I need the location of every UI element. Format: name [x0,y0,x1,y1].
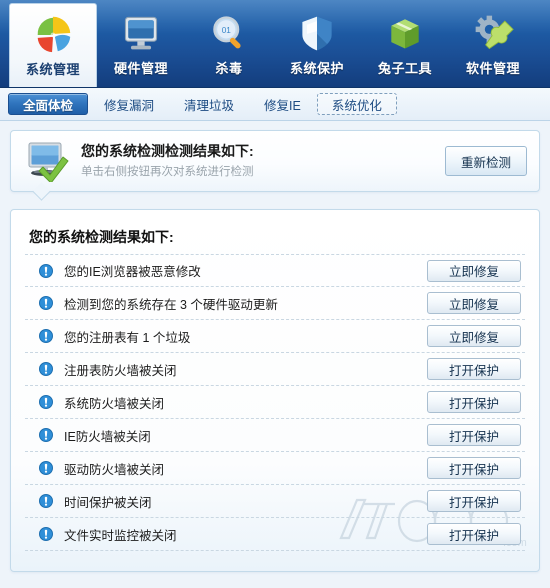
warning-icon [39,395,53,409]
warning-icon [39,461,53,475]
result-row-label: 注册表防火墙被关闭 [64,363,177,378]
results-heading: 您的系统检测结果如下: [29,229,174,245]
result-row-label: 系统防火墙被关闭 [64,396,165,411]
result-row-label: 检测到您的系统存在 3 个硬件驱动更新 [64,297,278,312]
toolbar-item-label: 杀毒 [215,61,243,76]
results-list: 您的IE浏览器被恶意修改 立即修复 检测到您的系统存在 3 个硬件驱动更新 立即修复… [25,254,525,551]
tab-2[interactable]: 修复漏洞 [90,93,168,115]
tab-bar: 全面体检 修复漏洞 清理垃圾 修复IE 系统优化 [0,88,550,121]
toolbar-item-label: 系统管理 [25,62,80,77]
result-row-action-button[interactable]: 打开保护 [427,523,521,545]
toolbar-item-5[interactable]: 兔子工具 [361,3,449,87]
result-row: 驱动防火墙被关闭 打开保护 [25,452,525,485]
green-box-icon [382,10,428,56]
tab-1[interactable]: 全面体检 [8,93,89,115]
result-row: 检测到您的系统存在 3 个硬件驱动更新 立即修复 [25,287,525,320]
result-row-label: 您的IE浏览器被恶意修改 [64,265,201,279]
result-row-action-button[interactable]: 打开保护 [427,424,521,446]
magnifier-icon: 01 [206,10,252,56]
result-row-label: 时间保护被关闭 [64,495,152,510]
main-toolbar: 系统管理 硬件管理 01 杀毒 系统保护 兔子工具 软件管理 [0,0,550,88]
gear-wrench-icon [470,10,516,56]
warning-icon [39,329,53,343]
shield-icon [294,10,340,56]
result-row: 注册表防火墙被关闭 打开保护 [25,353,525,386]
warning-icon [39,494,53,508]
warning-icon [39,362,53,376]
toolbar-item-2[interactable]: 硬件管理 [97,3,185,87]
tab-3[interactable]: 清理垃圾 [170,93,248,115]
tab-5[interactable]: 系统优化 [316,93,397,115]
svg-text:01: 01 [222,26,232,35]
warning-icon [39,263,53,278]
toolbar-item-6[interactable]: 软件管理 [449,3,537,87]
toolbar-item-label: 兔子工具 [377,61,432,76]
scan-summary-text: 您的系统检测检测结果如下: 单击右侧按钮再次对系统进行检测 [81,141,445,181]
warning-icon [39,527,53,541]
results-card: 您的系统检测结果如下: 您的IE浏览器被恶意修改 立即修复 检测到您的系统存在 3… [10,209,540,572]
result-row: 您的IE浏览器被恶意修改 立即修复 [25,254,525,287]
result-row-action-button[interactable]: 打开保护 [427,391,521,413]
result-row-label: 您的注册表有 1 个垃圾 [64,330,191,345]
toolbar-item-label: 软件管理 [465,61,520,76]
pie-chart-icon [30,11,76,57]
result-row-action-button[interactable]: 立即修复 [427,292,521,314]
monitor-check-icon [25,140,71,184]
warning-icon [39,428,53,442]
monitor-icon [118,10,164,56]
result-row: IE防火墙被关闭 打开保护 [25,419,525,452]
result-row: 系统防火墙被关闭 打开保护 [25,386,525,419]
result-row: 您的注册表有 1 个垃圾 立即修复 [25,320,525,353]
result-row-action-button[interactable]: 打开保护 [427,457,521,479]
result-row-action-button[interactable]: 立即修复 [427,259,521,282]
result-row: 时间保护被关闭 打开保护 [25,485,525,518]
content-area: 您的系统检测检测结果如下: 单击右侧按钮再次对系统进行检测 重新检测 您的系统检… [0,121,550,572]
application-window: 系统管理 硬件管理 01 杀毒 系统保护 兔子工具 软件管理 全面体检 修复漏洞… [0,0,550,588]
tab-4[interactable]: 修复IE [250,93,315,115]
scan-summary-card: 您的系统检测检测结果如下: 单击右侧按钮再次对系统进行检测 重新检测 [10,130,540,192]
toolbar-item-3[interactable]: 01 杀毒 [185,3,273,87]
result-row-action-button[interactable]: 立即修复 [427,325,521,347]
toolbar-item-1[interactable]: 系统管理 [9,3,97,87]
result-row-label: IE防火墙被关闭 [64,429,151,444]
result-row-label: 驱动防火墙被关闭 [64,462,165,477]
result-row: 文件实时监控被关闭 打开保护 [25,518,525,551]
toolbar-item-label: 系统保护 [289,61,344,76]
rescan-button[interactable]: 重新检测 [445,146,527,176]
scan-summary-title: 您的系统检测检测结果如下: [81,143,254,159]
toolbar-item-4[interactable]: 系统保护 [273,3,361,87]
warning-icon [39,296,53,310]
toolbar-item-label: 硬件管理 [113,61,168,76]
scan-summary-subtitle: 单击右侧按钮再次对系统进行检测 [81,166,254,178]
result-row-action-button[interactable]: 打开保护 [427,490,521,512]
result-row-action-button[interactable]: 打开保护 [427,358,521,380]
result-row-label: 文件实时监控被关闭 [64,528,177,543]
